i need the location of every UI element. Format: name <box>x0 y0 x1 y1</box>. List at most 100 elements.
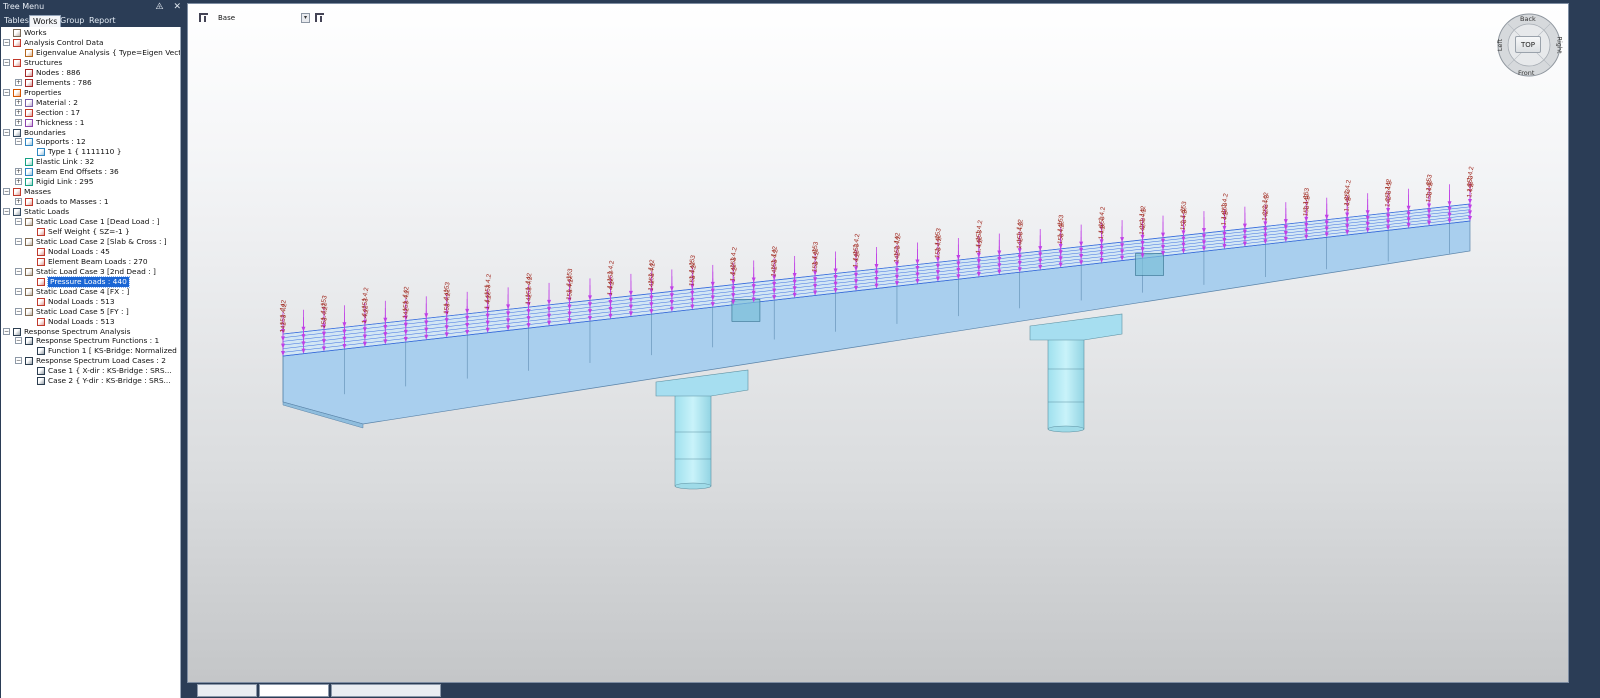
document-tab-1[interactable] <box>197 684 257 697</box>
tree-item[interactable]: − Boundaries <box>1 128 180 138</box>
tree-item[interactable]: Case 2 { Y-dir : KS-Bridge : SRS... <box>1 376 180 386</box>
collapse-icon[interactable]: − <box>15 337 22 345</box>
tree-item[interactable]: − Response Spectrum Analysis <box>1 326 180 337</box>
tree-item[interactable]: + Rigid Link : 295 <box>1 177 180 187</box>
tree-item[interactable]: Self Weight { SZ=-1 } <box>1 227 180 237</box>
tree-item-label: Element Beam Loads : 270 <box>48 256 148 266</box>
tree-item[interactable]: Element Beam Loads : 270 <box>1 256 180 267</box>
collapse-icon[interactable]: − <box>15 267 22 275</box>
collapse-icon[interactable]: − <box>15 138 22 146</box>
beam-loads-icon <box>37 257 45 266</box>
tree-item[interactable]: + Beam End Offsets : 36 <box>1 167 180 177</box>
tree-item-label: Response Spectrum Load Cases : 2 <box>36 356 166 366</box>
load-arrowhead <box>628 290 633 296</box>
nav-front-label[interactable]: Front <box>1518 69 1534 77</box>
load-arrowhead <box>1038 246 1043 252</box>
tree-item[interactable]: Works <box>1 28 180 38</box>
collapse-icon[interactable]: − <box>3 38 10 46</box>
expand-icon[interactable]: + <box>15 168 22 176</box>
tree-item[interactable]: + Section : 17 <box>1 107 180 118</box>
collapse-icon[interactable]: − <box>15 218 22 226</box>
tree-menu-title: Tree Menu <box>3 2 45 11</box>
tree-menu-tabs: Tables Works Group Report <box>0 14 185 27</box>
tree-item-label: Thickness : 1 <box>36 117 85 127</box>
tree-item[interactable]: − Static Load Case 3 [2nd Dead : ] <box>1 267 180 277</box>
tree-item[interactable]: Nodal Loads : 45 <box>1 247 180 257</box>
chevron-down-icon[interactable]: ▾ <box>301 13 310 23</box>
tree-item[interactable]: − Masses <box>1 187 180 197</box>
spectrum-function-icon <box>25 337 33 346</box>
load-arrowhead <box>1079 241 1084 247</box>
tree-item[interactable]: − Response Spectrum Functions : 1 <box>1 336 180 346</box>
tree-item[interactable]: + Thickness : 1 <box>1 117 180 128</box>
tree-item-label: Section : 17 <box>36 107 81 117</box>
collapse-icon[interactable]: − <box>3 208 10 216</box>
expand-icon[interactable]: + <box>15 198 22 206</box>
tree-item[interactable]: Case 1 { X-dir : KS-Bridge : SRS... <box>1 366 180 376</box>
tree-item[interactable]: − Static Load Case 5 [FY : ] <box>1 307 180 317</box>
works-tree: Works − Analysis Control Data Eigenvalue An… <box>1 27 181 698</box>
tree-item[interactable]: Elastic Link : 32 <box>1 157 180 167</box>
tree-item[interactable]: + Material : 2 <box>1 98 180 108</box>
expand-icon[interactable]: + <box>15 98 22 106</box>
tree-item[interactable]: − Analysis Control Data <box>1 38 180 48</box>
rigid-link-icon <box>25 178 33 187</box>
tree-item[interactable]: Function 1 [ KS-Bridge: Normalized <box>1 346 180 356</box>
nav-right-label[interactable]: Right <box>1556 36 1564 53</box>
load-arrowhead <box>1468 199 1472 204</box>
document-tab-2[interactable] <box>259 684 329 697</box>
collapse-icon[interactable]: − <box>3 88 10 96</box>
tree-item[interactable]: + Elements : 786 <box>1 78 180 88</box>
tree-item-label: Works <box>24 28 47 37</box>
collapse-icon[interactable]: − <box>3 188 10 196</box>
nav-left-label[interactable]: Left <box>1496 39 1504 51</box>
collapse-icon[interactable]: − <box>3 58 10 66</box>
load-arrowhead <box>1161 232 1166 238</box>
tree-item-label: Response Spectrum Functions : 1 <box>36 336 160 346</box>
expand-icon[interactable]: + <box>15 178 22 186</box>
static-loads-icon <box>13 208 21 217</box>
nav-top-face[interactable]: TOP <box>1515 36 1541 53</box>
view-navigation-cube[interactable]: Back Front Left Right TOP <box>1496 12 1564 78</box>
collapse-icon[interactable]: − <box>3 128 10 136</box>
tree-item[interactable]: − Properties <box>1 88 180 98</box>
layer-icon[interactable] <box>198 12 209 23</box>
tab-report[interactable]: Report <box>86 15 119 27</box>
pin-icon[interactable]: ⨹ <box>156 2 164 12</box>
tree-item[interactable]: − Static Load Case 1 [Dead Load : ] <box>1 217 180 227</box>
tree-item[interactable]: + Loads to Masses : 1 <box>1 197 180 207</box>
layer-dropdown[interactable]: Base ▾ <box>212 12 310 24</box>
collapse-icon[interactable]: − <box>15 287 22 295</box>
tree-item-label: Response Spectrum Analysis <box>24 326 131 336</box>
tree-item[interactable]: − Structures <box>1 58 180 68</box>
tab-group[interactable]: Group <box>57 15 87 27</box>
layer-settings-icon[interactable] <box>314 12 325 23</box>
pier-right <box>1029 313 1123 433</box>
tree-item[interactable]: Eigenvalue Analysis { Type=Eigen Vect <box>1 48 180 58</box>
load-arrowhead <box>1365 210 1370 216</box>
collapse-icon[interactable]: − <box>15 357 22 365</box>
expand-icon[interactable]: + <box>15 78 22 86</box>
tree-item[interactable]: − Static Load Case 4 [FX : ] <box>1 287 180 297</box>
model-viewport[interactable]: 142 153 1.4.2 142 153 1.4.2 142 153 1.4.2 142 153 1… <box>187 3 1569 683</box>
tree-item[interactable]: − Response Spectrum Load Cases : 2 <box>1 356 180 366</box>
tree-item[interactable]: Nodal Loads : 513 <box>1 297 180 307</box>
bridge-model-view[interactable]: 1421531.4.21421531.4.21421531.4.21421531… <box>188 4 1568 682</box>
close-icon[interactable]: ✕ <box>173 2 181 12</box>
document-tab-3[interactable] <box>331 684 441 697</box>
collapse-icon[interactable]: − <box>15 237 22 245</box>
tree-item[interactable]: − Static Load Case 2 [Slab & Cross : ] <box>1 237 180 247</box>
tree-item[interactable]: Type 1 { 1111110 } <box>1 147 180 157</box>
load-arrowhead <box>915 259 920 265</box>
expand-icon[interactable]: + <box>15 108 22 116</box>
collapse-icon[interactable]: − <box>15 307 22 315</box>
tab-tables[interactable]: Tables <box>1 15 32 27</box>
tree-item[interactable]: Nodes : 886 <box>1 68 180 78</box>
expand-icon[interactable]: + <box>15 118 22 126</box>
tree-item[interactable]: Nodal Loads : 513 <box>1 317 180 327</box>
tree-item[interactable]: Pressure Loads : 440 <box>1 275 180 288</box>
tree-item[interactable]: − Static Loads <box>1 207 180 217</box>
collapse-icon[interactable]: − <box>3 327 10 335</box>
nav-back-label[interactable]: Back <box>1520 15 1536 23</box>
tree-item[interactable]: − Supports : 12 <box>1 137 180 147</box>
